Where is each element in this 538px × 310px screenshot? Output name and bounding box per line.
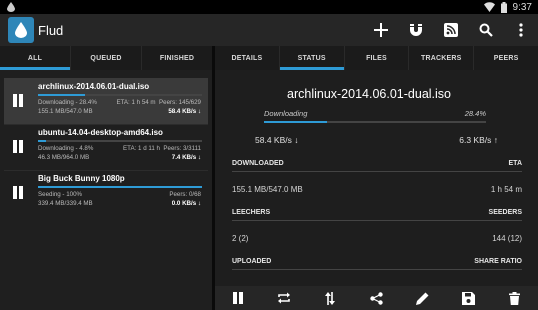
tab-queued[interactable]: QUEUED (71, 46, 142, 70)
battery-icon (500, 1, 507, 13)
torrent-speed: 7.4 KB/s ↓ (171, 154, 201, 161)
wifi-icon (483, 2, 495, 12)
add-icon (373, 23, 388, 37)
delete-icon (509, 291, 521, 305)
torrent-peers: Peers: 0/68 (169, 191, 201, 198)
seeders-value: 144 (12) (492, 234, 522, 243)
torrent-row[interactable]: ubuntu-14.04-desktop-amd64.iso Downloadi… (4, 124, 208, 170)
pause-icon (233, 292, 244, 304)
rss-icon (443, 23, 458, 37)
torrent-status: Downloading - 4.8% (38, 145, 94, 152)
download-speed: 58.4 KB/s ↓ (255, 135, 299, 145)
torrent-size: 339.4 MB/339.4 MB (38, 200, 93, 207)
downloaded-label: DOWNLOADED (232, 160, 284, 167)
app-logo[interactable] (8, 17, 34, 43)
torrent-progress-fill (38, 94, 85, 96)
torrent-row[interactable]: archlinux-2014.06.01-dual.iso Downloadin… (4, 78, 208, 124)
detail-torrent-name: archlinux-2014.06.01-dual.iso (287, 87, 451, 101)
torrent-progress-bar (38, 140, 202, 142)
status-panel: archlinux-2014.06.01-dual.iso Downloadin… (215, 70, 538, 286)
tab-details[interactable]: DETAILS (215, 46, 280, 70)
eta-label: ETA (508, 160, 522, 167)
repeat-button[interactable] (261, 286, 307, 310)
torrent-eta: ETA: 1 h 54 m (116, 99, 156, 106)
seeders-label: SEEDERS (488, 209, 522, 216)
torrent-progress-bar (38, 186, 202, 188)
torrent-size: 155.1 MB/547.0 MB (38, 108, 93, 115)
uploaded-label: UPLOADED (232, 258, 272, 265)
torrent-size: 46.3 MB/964.0 MB (38, 154, 90, 161)
add-torrent-button[interactable] (363, 14, 398, 46)
tab-finished[interactable]: FINISHED (142, 46, 212, 70)
magnet-icon (409, 24, 422, 36)
downloaded-value: 155.1 MB/547.0 MB (232, 185, 303, 194)
edit-button[interactable] (400, 286, 446, 310)
torrent-peers: Peers: 145/629 (159, 99, 201, 106)
upload-speed: 6.3 KB/s ↑ (459, 135, 498, 145)
detail-percent: 28.4% (464, 109, 486, 118)
tab-all[interactable]: ALL (0, 46, 71, 70)
torrent-status: Seeding - 100% (38, 191, 83, 198)
torrent-speed: 58.4 KB/s ↓ (168, 108, 201, 115)
torrent-name: ubuntu-14.04-desktop-amd64.iso (38, 128, 163, 137)
app-title: Flud (38, 23, 64, 38)
tab-peers[interactable]: PEERS (474, 46, 538, 70)
status-bar: 9:37 (0, 0, 538, 14)
sort-icon (325, 291, 336, 305)
leechers-header: LEECHERS SEEDERS (232, 207, 522, 221)
search-icon (479, 23, 493, 37)
tab-trackers[interactable]: TRACKERS (409, 46, 475, 70)
torrent-row[interactable]: Big Buck Bunny 1080p Seeding - 100% 339.… (4, 170, 208, 216)
torrent-progress-fill (38, 140, 46, 142)
torrent-progress-fill (38, 186, 202, 188)
share-icon (370, 291, 383, 305)
drop-icon (15, 22, 27, 38)
eta-value: 1 h 54 m (490, 185, 522, 194)
repeat-icon (278, 292, 291, 304)
share-button[interactable] (353, 286, 399, 310)
rss-button[interactable] (433, 14, 468, 46)
save-button[interactable] (446, 286, 492, 310)
sort-button[interactable] (307, 286, 353, 310)
save-icon (462, 291, 476, 305)
bottom-toolbar (215, 286, 538, 310)
torrent-eta: ETA: 1 d 11 h (123, 145, 160, 152)
search-button[interactable] (468, 14, 503, 46)
pause-button[interactable] (215, 286, 261, 310)
tab-files[interactable]: FILES (345, 46, 410, 70)
filter-tabs: ALL QUEUED FINISHED (0, 46, 212, 70)
leechers-label: LEECHERS (232, 209, 271, 216)
leechers-value: 2 (2) (232, 234, 249, 243)
detail-tabs: DETAILS STATUS FILES TRACKERS PEERS (215, 46, 538, 70)
torrent-peers: Peers: 3/3111 (163, 145, 201, 152)
add-magnet-button[interactable] (398, 14, 433, 46)
detail-status: Downloading (264, 109, 308, 118)
clock: 9:37 (512, 1, 532, 13)
overflow-menu-button[interactable] (503, 14, 538, 46)
delete-button[interactable] (492, 286, 538, 310)
pause-icon[interactable] (12, 94, 24, 107)
pause-icon[interactable] (12, 186, 24, 199)
torrent-list: archlinux-2014.06.01-dual.iso Downloadin… (0, 70, 212, 310)
tab-status[interactable]: STATUS (279, 46, 345, 70)
torrent-name: Big Buck Bunny 1080p (38, 174, 125, 183)
torrent-progress-bar (38, 94, 202, 96)
torrent-name: archlinux-2014.06.01-dual.iso (38, 82, 150, 91)
pause-icon[interactable] (12, 140, 24, 153)
uploaded-header: UPLOADED SHARE RATIO (232, 256, 522, 270)
water-drop-icon (7, 2, 15, 12)
downloaded-header: DOWNLOADED ETA (232, 158, 522, 172)
action-bar: Flud (0, 14, 538, 46)
torrent-speed: 0.0 KB/s ↓ (171, 200, 201, 207)
overflow-icon (518, 23, 523, 37)
edit-icon (416, 292, 429, 305)
detail-progress-bar (264, 121, 486, 123)
share-ratio-label: SHARE RATIO (474, 258, 522, 265)
torrent-status: Downloading - 28.4% (38, 99, 97, 106)
detail-progress-fill (264, 121, 328, 123)
